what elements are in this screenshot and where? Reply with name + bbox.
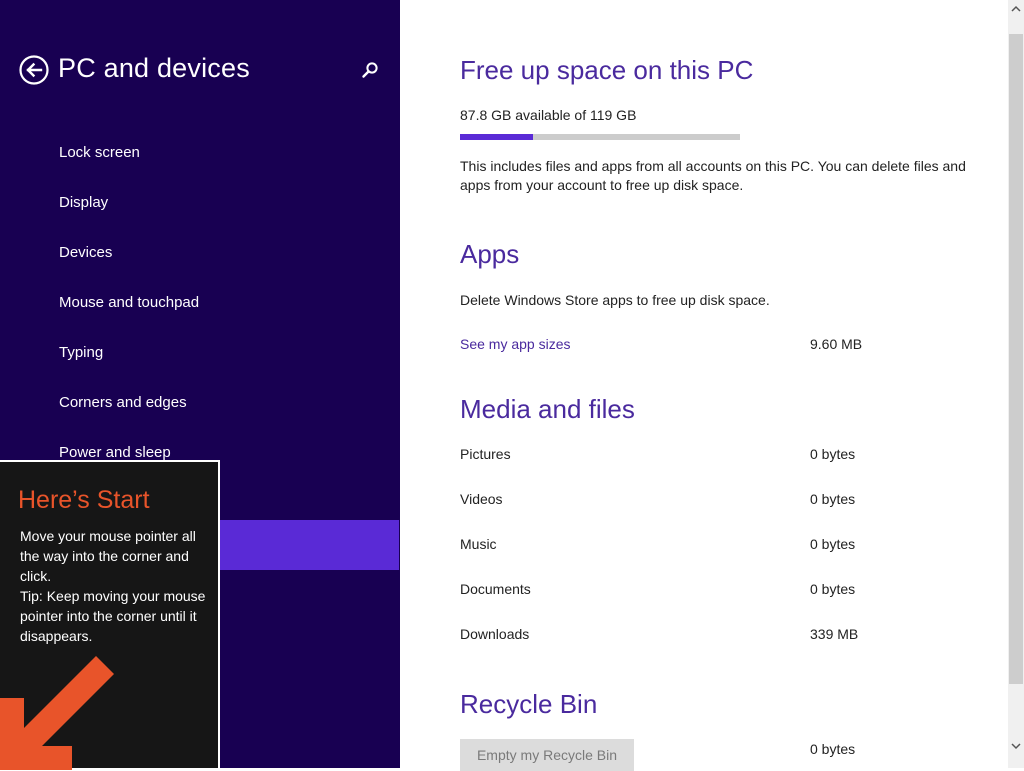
media-row-label: Downloads bbox=[460, 626, 530, 642]
sidebar-item-label: Devices bbox=[59, 244, 113, 261]
sidebar-item-corners-and-edges[interactable]: Corners and edges bbox=[0, 378, 400, 428]
storage-available-text: 87.8 GB available of 119 GB bbox=[460, 107, 637, 123]
sidebar-item-label: Mouse and touchpad bbox=[59, 294, 200, 311]
sidebar-item-lock-screen[interactable]: Lock screen bbox=[0, 128, 400, 178]
media-row-label: Videos bbox=[460, 491, 503, 507]
scroll-up-button[interactable] bbox=[1008, 0, 1024, 18]
storage-progress-bar bbox=[460, 134, 740, 140]
search-button[interactable] bbox=[358, 58, 382, 82]
sidebar-item-label: Typing bbox=[59, 344, 104, 361]
tip-hint: Tip: Keep moving your mouse pointer into… bbox=[20, 588, 206, 644]
sidebar-item-label: Power and sleep bbox=[59, 444, 171, 461]
sidebar-item-label: Lock screen bbox=[59, 144, 140, 161]
media-row-size: 0 bytes bbox=[810, 536, 856, 552]
recycle-bin-heading: Recycle Bin bbox=[460, 689, 598, 719]
scroll-down-button[interactable] bbox=[1008, 737, 1024, 755]
empty-recycle-bin-button[interactable]: Empty my Recycle Bin bbox=[460, 739, 634, 771]
tip-instruction: Move your mouse pointer all the way into… bbox=[20, 528, 196, 584]
scrollbar-thumb[interactable] bbox=[1009, 34, 1023, 684]
media-row-size: 0 bytes bbox=[810, 491, 856, 507]
sidebar-item-mouse-and-touchpad[interactable]: Mouse and touchpad bbox=[0, 278, 400, 328]
start-tip-overlay[interactable]: Here’s Start Move your mouse pointer all… bbox=[0, 460, 220, 770]
search-icon bbox=[362, 62, 378, 78]
free-space-heading: Free up space on this PC bbox=[460, 55, 754, 85]
apps-heading: Apps bbox=[460, 239, 520, 269]
media-row-size: 0 bytes bbox=[810, 581, 856, 597]
media-row-label: Music bbox=[460, 536, 497, 552]
back-arrow-icon bbox=[19, 55, 49, 85]
sidebar-item-typing[interactable]: Typing bbox=[0, 328, 400, 378]
page-title: PC and devices bbox=[58, 53, 250, 83]
tip-title: Here’s Start bbox=[18, 486, 150, 514]
chevron-down-icon bbox=[1011, 743, 1021, 750]
sidebar-item-display[interactable]: Display bbox=[0, 178, 400, 228]
sidebar-item-label: Display bbox=[59, 194, 109, 211]
free-space-description: This includes files and apps from all ac… bbox=[460, 158, 966, 193]
vertical-scrollbar[interactable] bbox=[1008, 0, 1024, 768]
sidebar-item-label: Corners and edges bbox=[59, 394, 187, 411]
apps-description: Delete Windows Store apps to free up dis… bbox=[460, 292, 770, 308]
media-row-size: 339 MB bbox=[810, 626, 859, 642]
recycle-bin-size: 0 bytes bbox=[810, 741, 856, 757]
media-row-size: 0 bytes bbox=[810, 446, 856, 462]
chevron-up-icon bbox=[1011, 5, 1021, 12]
media-row-label: Pictures bbox=[460, 446, 511, 462]
sidebar-item-devices[interactable]: Devices bbox=[0, 228, 400, 278]
main-content: Free up space on this PC 87.8 GB availab… bbox=[400, 0, 1008, 771]
media-heading: Media and files bbox=[460, 394, 635, 424]
tip-body: Move your mouse pointer all the way into… bbox=[20, 526, 206, 646]
back-button[interactable] bbox=[19, 55, 49, 85]
see-app-sizes-link[interactable]: See my app sizes bbox=[460, 336, 571, 352]
apps-size-value: 9.60 MB bbox=[810, 336, 863, 352]
storage-progress-fill bbox=[460, 134, 534, 140]
media-row-label: Documents bbox=[460, 581, 531, 597]
corner-arrow-icon bbox=[0, 656, 114, 770]
